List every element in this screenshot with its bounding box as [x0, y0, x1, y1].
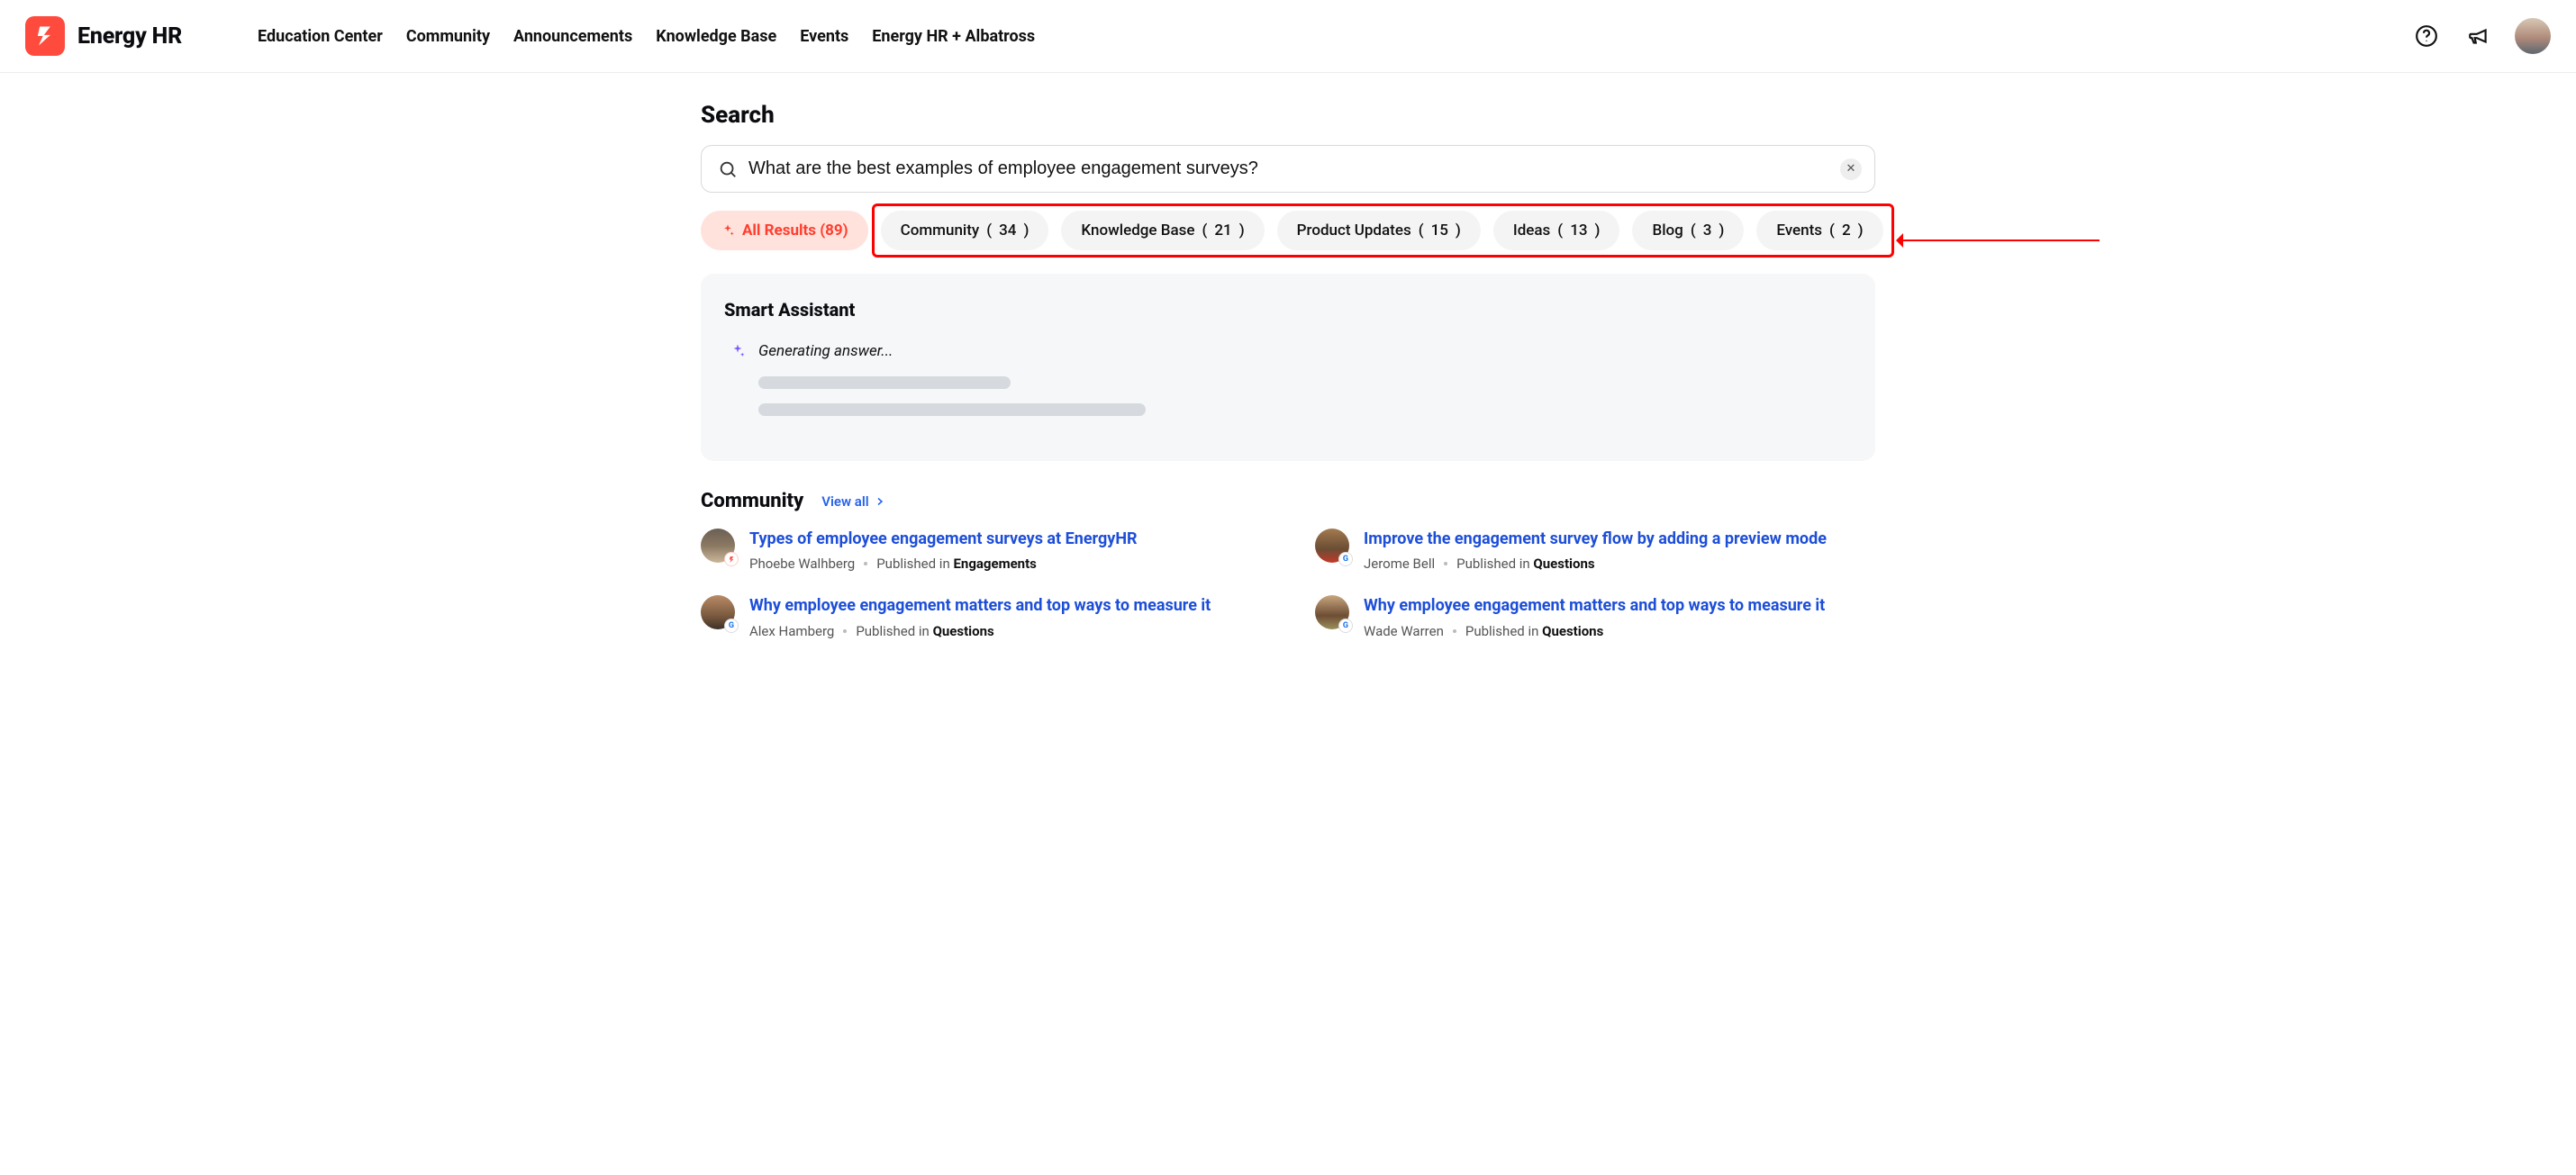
annotation-arrow-icon — [1901, 240, 2100, 241]
result-avatar[interactable]: G — [1315, 529, 1349, 563]
nav-education-center[interactable]: Education Center — [258, 27, 383, 46]
filter-product-updates[interactable]: Product Updates (15) — [1277, 211, 1481, 250]
nav-integrations[interactable]: Energy HR + Albatross — [872, 27, 1035, 46]
result-avatar[interactable]: G — [1315, 595, 1349, 629]
result-item: G Why employee engagement matters and top… — [701, 595, 1261, 638]
filter-community[interactable]: Community (34) — [881, 211, 1049, 250]
assistant-status: Generating answer... — [730, 342, 1852, 360]
result-meta: Phoebe Walhberg Published in Engagements — [749, 556, 1261, 572]
result-meta: Jerome Bell Published in Questions — [1364, 556, 1875, 572]
separator-dot-icon — [1453, 629, 1456, 633]
megaphone-icon[interactable] — [2463, 20, 2495, 52]
filter-knowledge-base[interactable]: Knowledge Base (21) — [1061, 211, 1264, 250]
source-badge-icon: G — [724, 619, 739, 633]
result-published-in: Published in Questions — [1465, 623, 1603, 639]
view-all-link[interactable]: View all — [821, 493, 884, 510]
source-badge-icon — [724, 552, 739, 566]
nav-events[interactable]: Events — [800, 27, 848, 46]
result-title-link[interactable]: Improve the engagement survey flow by ad… — [1364, 529, 1875, 550]
result-title-link[interactable]: Why employee engagement matters and top … — [1364, 595, 1875, 617]
result-published-in: Published in Engagements — [876, 556, 1037, 572]
brand[interactable]: Energy HR — [25, 16, 182, 56]
result-meta: Wade Warren Published in Questions — [1364, 623, 1875, 639]
smart-assistant-title: Smart Assistant — [724, 299, 1852, 321]
brand-logo-icon — [25, 16, 65, 56]
result-title-link[interactable]: Why employee engagement matters and top … — [749, 595, 1261, 617]
filter-all-results[interactable]: All Results (89) — [701, 211, 868, 250]
smart-assistant-panel: Smart Assistant Generating answer... — [701, 274, 1875, 461]
result-published-in: Published in Questions — [1456, 556, 1594, 572]
result-meta: Alex Hamberg Published in Questions — [749, 623, 1261, 639]
result-published-in: Published in Questions — [856, 623, 993, 639]
separator-dot-icon — [1444, 562, 1447, 565]
filter-chips: All Results (89) Community (34) Knowledg… — [701, 211, 1875, 250]
result-author: Phoebe Walhberg — [749, 556, 855, 572]
skeleton-line — [758, 403, 1146, 416]
community-section-head: Community View all — [701, 490, 1875, 512]
skeleton-line — [758, 376, 1011, 389]
avatar[interactable] — [2515, 18, 2551, 54]
main-content: Search ✕ All Results (89) Community (34)… — [694, 102, 1882, 675]
result-author: Jerome Bell — [1364, 556, 1435, 572]
top-nav: Education Center Community Announcements… — [258, 27, 1035, 46]
search-box: ✕ — [701, 145, 1875, 193]
chevron-right-icon — [875, 496, 885, 507]
result-avatar[interactable] — [701, 529, 735, 563]
separator-dot-icon — [843, 629, 847, 633]
sparkle-icon — [730, 343, 746, 359]
filter-events[interactable]: Events (2) — [1756, 211, 1882, 250]
source-badge-icon: G — [1338, 552, 1353, 566]
result-item: G Why employee engagement matters and top… — [1315, 595, 1875, 638]
result-author: Wade Warren — [1364, 623, 1444, 639]
nav-announcements[interactable]: Announcements — [513, 27, 632, 46]
assistant-status-text: Generating answer... — [758, 342, 893, 360]
help-icon[interactable] — [2410, 20, 2443, 52]
source-badge-icon: G — [1338, 619, 1353, 633]
search-input[interactable] — [748, 158, 1829, 179]
nav-community[interactable]: Community — [406, 27, 490, 46]
assistant-skeleton — [758, 376, 1852, 416]
clear-search-button[interactable]: ✕ — [1840, 158, 1862, 180]
result-item: G Improve the engagement survey flow by a… — [1315, 529, 1875, 572]
header-actions — [2410, 18, 2551, 54]
filter-blog[interactable]: Blog (3) — [1632, 211, 1744, 250]
result-author: Alex Hamberg — [749, 623, 834, 639]
result-avatar[interactable]: G — [701, 595, 735, 629]
brand-name: Energy HR — [77, 23, 182, 50]
filter-ideas[interactable]: Ideas (13) — [1493, 211, 1620, 250]
separator-dot-icon — [864, 562, 867, 565]
result-title-link[interactable]: Types of employee engagement surveys at … — [749, 529, 1261, 550]
community-results: Types of employee engagement surveys at … — [701, 529, 1875, 639]
result-item: Types of employee engagement surveys at … — [701, 529, 1261, 572]
sparkle-icon — [721, 223, 735, 238]
search-icon — [718, 159, 738, 179]
view-all-label: View all — [821, 493, 868, 510]
community-section-title: Community — [701, 490, 803, 512]
app-header: Energy HR Education Center Community Ann… — [0, 0, 2576, 73]
page-title: Search — [701, 102, 1875, 129]
nav-knowledge-base[interactable]: Knowledge Base — [656, 27, 776, 46]
